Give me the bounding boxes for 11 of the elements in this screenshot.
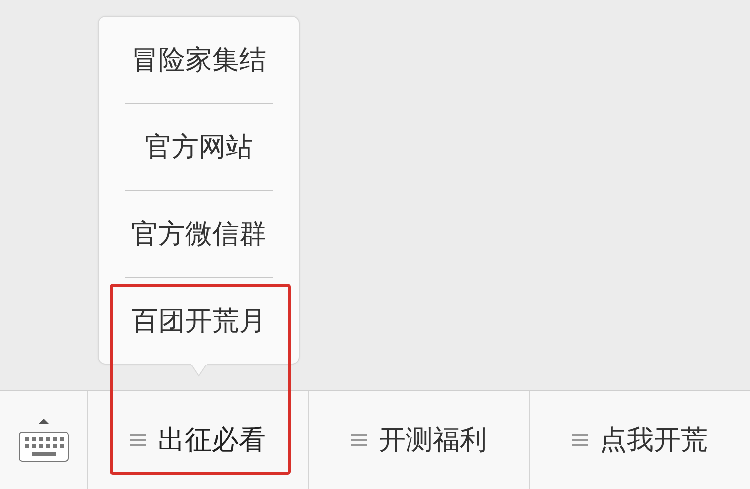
submenu-item[interactable]: 冒险家集结 (99, 17, 299, 103)
menu-button[interactable]: 出征必看 (88, 391, 309, 489)
submenu-item[interactable]: 官方微信群 (99, 191, 299, 277)
menu-icon (351, 434, 367, 446)
menu-icon (572, 434, 588, 446)
keyboard-icon (18, 416, 70, 464)
menu-button[interactable]: 开测福利 (309, 391, 530, 489)
submenu-item[interactable]: 官方网站 (99, 104, 299, 190)
menu-icon (130, 434, 146, 446)
menu-button[interactable]: 点我开荒 (530, 391, 750, 489)
submenu-item[interactable]: 百团开荒月 (99, 278, 299, 364)
